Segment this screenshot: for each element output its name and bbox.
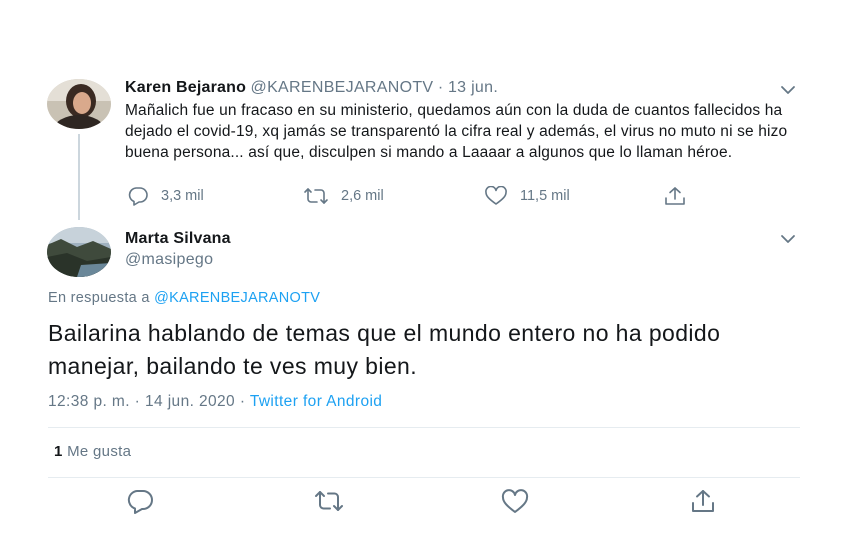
main-author-name[interactable]: Marta Silvana (125, 230, 231, 248)
thread-connector-line (78, 134, 80, 220)
chevron-down-icon[interactable] (780, 233, 796, 245)
parent-reply-button[interactable]: 3,3 mil (127, 186, 204, 206)
like-count: 11,5 mil (520, 188, 570, 204)
main-tweet-text: Bailarina hablando de temas que el mundo… (48, 320, 721, 379)
likes-summary[interactable]: 1 Me gusta (54, 443, 131, 460)
comment-icon (127, 186, 149, 206)
divider (48, 477, 800, 478)
heart-icon (484, 186, 508, 206)
parent-share-button[interactable] (663, 186, 687, 206)
reply-count: 3,3 mil (161, 188, 204, 204)
tweet-source-link[interactable]: Twitter for Android (250, 393, 383, 410)
reply-prefix: En respuesta a (48, 290, 150, 306)
tweet-date[interactable]: 14 jun. 2020 (145, 393, 235, 410)
parent-tweet-text: Mañalich fue un fracaso en su ministerio… (125, 102, 788, 161)
share-icon (663, 186, 687, 206)
meta-separator: · (134, 393, 141, 410)
retweet-icon (303, 186, 329, 206)
main-author-avatar[interactable] (47, 227, 111, 277)
divider (48, 427, 800, 428)
likes-label: Me gusta (67, 443, 132, 460)
reply-context: En respuesta a @KARENBEJARANOTV (48, 290, 320, 306)
reply-to-link[interactable]: @KARENBEJARANOTV (154, 290, 320, 306)
share-icon[interactable] (689, 488, 717, 514)
parent-like-button[interactable]: 11,5 mil (484, 186, 570, 206)
main-author-handle[interactable]: @masipego (125, 251, 213, 269)
chevron-down-icon[interactable] (780, 84, 796, 96)
parent-author-handle[interactable]: @KARENBEJARANOTV (251, 79, 434, 96)
tweet-time[interactable]: 12:38 p. m. (48, 393, 130, 410)
comment-icon[interactable] (126, 488, 154, 514)
header-separator: · (437, 79, 444, 96)
tweet-meta: 12:38 p. m. · 14 jun. 2020 · Twitter for… (48, 393, 382, 411)
retweet-icon[interactable] (314, 488, 343, 514)
parent-author-avatar[interactable] (47, 79, 111, 129)
retweet-count: 2,6 mil (341, 188, 384, 204)
parent-author-name[interactable]: Karen Bejarano (125, 79, 246, 96)
parent-tweet-header: Karen Bejarano @KARENBEJARANOTV · 13 jun… (125, 79, 498, 97)
meta-separator: · (239, 393, 246, 410)
heart-icon[interactable] (501, 489, 529, 515)
parent-retweet-button[interactable]: 2,6 mil (303, 186, 384, 206)
likes-count: 1 (54, 443, 63, 460)
parent-tweet-date[interactable]: 13 jun. (448, 79, 498, 96)
